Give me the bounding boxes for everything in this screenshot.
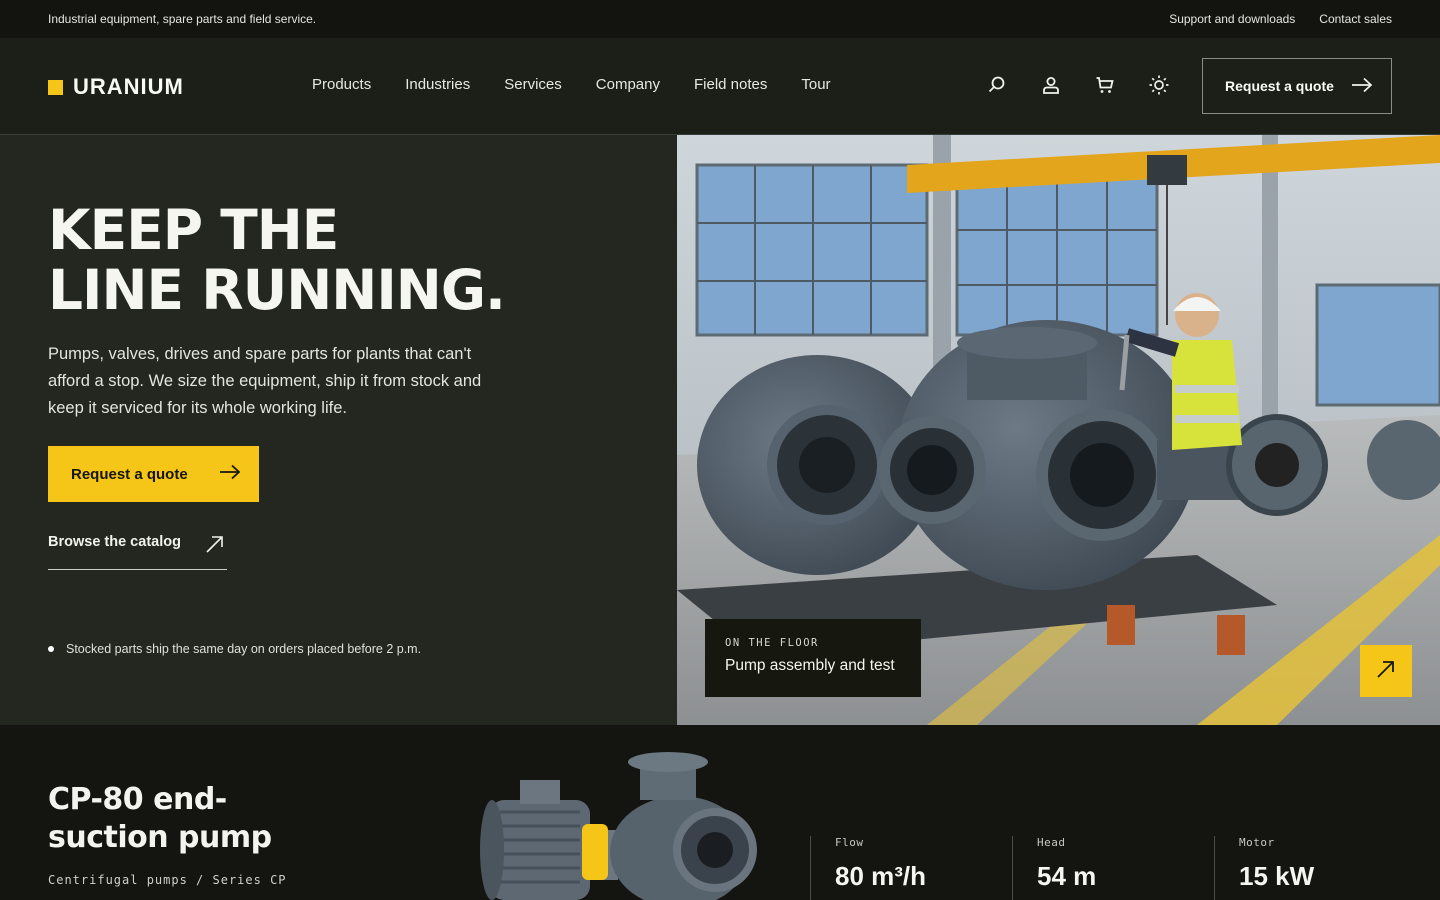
photo-caption: ON THE FLOOR Pump assembly and test <box>705 619 921 697</box>
hero-photo: ON THE FLOOR Pump assembly and test <box>677 135 1440 725</box>
utility-links: Support and downloads Contact sales <box>1169 12 1392 26</box>
brand-name: URANIUM <box>73 74 184 99</box>
site-header: URANIUM Products Industries Services Com… <box>0 38 1440 135</box>
header-request-quote-button[interactable]: Request a quote <box>1202 58 1392 114</box>
nav-company[interactable]: Company <box>596 76 660 93</box>
nav-tour[interactable]: Tour <box>801 76 830 93</box>
support-downloads-link[interactable]: Support and downloads <box>1169 12 1295 26</box>
browse-catalog-label: Browse the catalog <box>48 534 181 550</box>
arrow-right-icon <box>219 464 241 484</box>
utility-bar: Industrial equipment, spare parts and fi… <box>0 0 1440 38</box>
spec-head-label: Head <box>1037 836 1066 849</box>
caption-title: Pump assembly and test <box>725 657 895 674</box>
nav-products[interactable]: Products <box>312 76 371 93</box>
caption-kicker: ON THE FLOOR <box>725 637 819 649</box>
brand-logo[interactable]: URANIUM <box>48 74 184 100</box>
shipping-note-text: Stocked parts ship the same day on order… <box>66 642 422 656</box>
product-category: Centrifugal pumps / Series CP <box>48 873 287 887</box>
contact-sales-link[interactable]: Contact sales <box>1319 12 1392 26</box>
spec-flow-label: Flow <box>835 836 864 849</box>
spec-flow: Flow 80 m³/h <box>810 836 1010 900</box>
hero-description: Pumps, valves, drives and spare parts fo… <box>48 345 482 417</box>
spec-motor-label: Motor <box>1239 836 1275 849</box>
main-nav: Products Industries Services Company Fie… <box>312 76 831 93</box>
spec-motor-value: 15 kW <box>1239 861 1315 891</box>
hero-title-line-1: KEEP THE <box>48 198 339 262</box>
nav-industries[interactable]: Industries <box>405 76 470 93</box>
open-photo-button[interactable] <box>1360 645 1412 697</box>
logo-square-icon <box>48 79 63 95</box>
header-quote-label: Request a quote <box>1225 78 1334 94</box>
product-title-line-2: suction pump <box>48 820 272 855</box>
arrow-up-right-icon <box>1375 658 1397 685</box>
product-title: CP-80 end- suction pump <box>48 781 272 857</box>
hero-quote-label: Request a quote <box>71 465 188 483</box>
arrow-right-icon <box>1351 77 1373 96</box>
arrow-up-right-icon <box>205 534 225 558</box>
hero-title-line-2: LINE RUNNING. <box>48 258 506 322</box>
browse-catalog-link[interactable]: Browse the catalog <box>48 534 227 570</box>
header-actions <box>986 74 1170 96</box>
bullet-dot-icon <box>48 646 54 652</box>
spec-motor: Motor 15 kW <box>1214 836 1414 900</box>
tagline: Industrial equipment, spare parts and fi… <box>48 12 317 26</box>
spec-head: Head 54 m <box>1012 836 1212 900</box>
product-title-line-1: CP-80 end- <box>48 782 227 817</box>
theme-toggle-icon[interactable] <box>1148 74 1170 96</box>
nav-services[interactable]: Services <box>504 76 562 93</box>
shipping-note: Stocked parts ship the same day on order… <box>48 642 421 656</box>
cart-icon[interactable] <box>1094 74 1116 96</box>
hero-request-quote-button[interactable]: Request a quote <box>48 446 259 502</box>
pump-product-image <box>480 752 757 900</box>
spec-head-value: 54 m <box>1037 861 1097 891</box>
account-icon[interactable] <box>1040 74 1062 96</box>
spec-flow-value: 80 m³/h <box>835 861 927 891</box>
nav-field-notes[interactable]: Field notes <box>694 76 767 93</box>
hero-title: KEEP THE LINE RUNNING. <box>48 198 506 322</box>
search-icon[interactable] <box>986 74 1008 96</box>
